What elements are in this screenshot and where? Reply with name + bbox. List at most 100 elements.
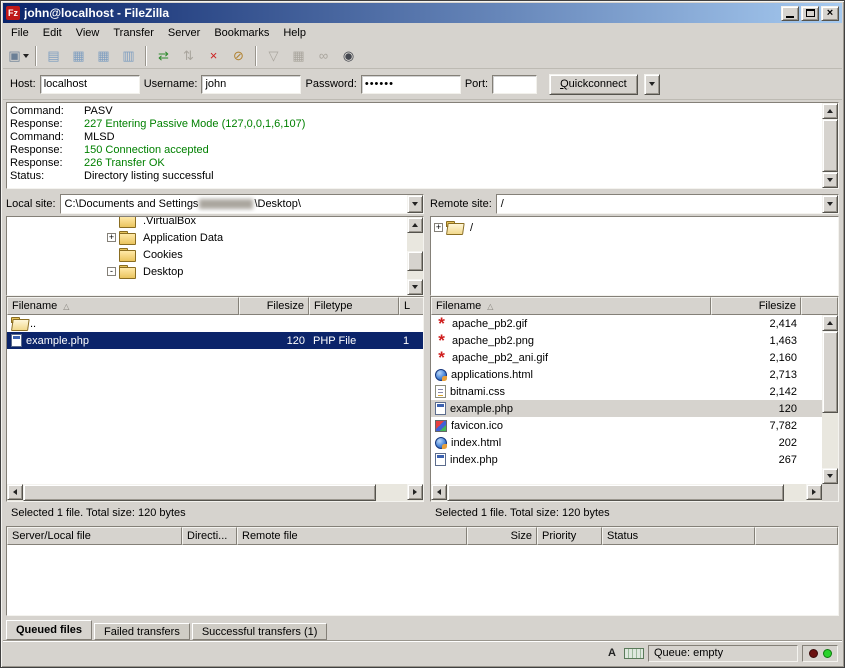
file-row-applications-html[interactable]: applications.html2,713 — [431, 366, 822, 383]
column-header-filetype[interactable]: Filetype — [309, 297, 399, 315]
local-tree-scrollbar[interactable] — [407, 217, 423, 295]
column-header-directi[interactable]: Directi... — [182, 527, 237, 545]
toggle-local-tree-button[interactable]: ▦ — [66, 45, 91, 67]
remote-site-dropdown-button[interactable] — [822, 195, 838, 213]
expand-icon[interactable]: + — [107, 233, 116, 242]
scroll-right-button[interactable] — [806, 484, 822, 500]
username-input[interactable] — [201, 75, 301, 94]
column-header-filename[interactable]: Filename△ — [7, 297, 239, 315]
file-row-apache-pb2-gif[interactable]: *apache_pb2.gif2,414 — [431, 315, 822, 332]
remote-file-list: Filename△Filesize *apache_pb2.gif2,414*a… — [430, 296, 839, 502]
menu-transfer[interactable]: Transfer — [106, 24, 161, 42]
menu-bookmarks[interactable]: Bookmarks — [207, 24, 276, 42]
column-header-filesize[interactable]: Filesize — [239, 297, 309, 315]
quickconnect-button[interactable]: Quickconnect — [549, 74, 638, 95]
log-scrollbar[interactable] — [822, 103, 838, 188]
scroll-thumb[interactable] — [822, 119, 838, 172]
toggle-message-log-button[interactable]: ▤ — [41, 45, 66, 67]
local-horizontal-scrollbar[interactable] — [7, 484, 423, 501]
scroll-track[interactable] — [447, 484, 806, 501]
column-header-priority[interactable]: Priority — [537, 527, 602, 545]
file-size: 120 — [239, 332, 309, 349]
file-row-index-php[interactable]: index.php267 — [431, 451, 822, 468]
tree-item-application-data[interactable]: +Application Data — [107, 229, 423, 246]
cancel-button[interactable]: × — [201, 45, 226, 67]
scroll-up-button[interactable] — [822, 103, 838, 119]
toggle-queue-button[interactable]: ▥ — [116, 45, 141, 67]
local-site-combobox[interactable]: C:\Documents and Settings\Desktop\ — [60, 194, 424, 214]
arrow-down-icon — [412, 285, 418, 289]
scroll-up-button[interactable] — [407, 217, 423, 233]
refresh-button[interactable]: ⇄ — [151, 45, 176, 67]
scroll-down-button[interactable] — [822, 172, 838, 188]
scroll-up-button[interactable] — [822, 315, 838, 331]
file-row-apache-pb2-ani-gif[interactable]: *apache_pb2_ani.gif2,160 — [431, 349, 822, 366]
file-row-example-php[interactable]: example.php120 — [431, 400, 822, 417]
column-header-l[interactable]: L — [399, 297, 423, 315]
tree-item-cookies[interactable]: Cookies — [107, 246, 423, 263]
port-input[interactable] — [492, 75, 537, 94]
local-site-path[interactable]: C:\Documents and Settings\Desktop\ — [61, 195, 407, 213]
collapse-icon[interactable]: - — [107, 267, 116, 276]
remote-selection-status: Selected 1 file. Total size: 120 bytes — [430, 507, 839, 519]
scroll-track[interactable] — [407, 233, 423, 279]
tree-item-[interactable]: +/ — [434, 219, 838, 236]
scroll-track[interactable] — [23, 484, 407, 501]
toggle-remote-tree-button[interactable]: ▦ — [91, 45, 116, 67]
file-row-bitnami-css[interactable]: bitnami.css2,142 — [431, 383, 822, 400]
scroll-track[interactable] — [822, 119, 838, 172]
remote-site-path[interactable]: / — [497, 195, 822, 213]
remote-vertical-scrollbar[interactable] — [822, 315, 838, 484]
menu-file[interactable]: File — [4, 24, 36, 42]
tab-failed-transfers[interactable]: Failed transfers — [94, 623, 190, 640]
quickconnect-dropdown-button[interactable] — [644, 74, 660, 95]
close-button[interactable]: × — [821, 6, 839, 21]
tree-item-virtualbox[interactable]: .VirtualBox — [107, 216, 423, 229]
tab-queued-files[interactable]: Queued files — [6, 620, 92, 640]
scroll-thumb[interactable] — [822, 331, 838, 413]
scroll-right-button[interactable] — [407, 484, 423, 500]
remote-horizontal-scrollbar[interactable] — [431, 484, 838, 501]
disconnect-button[interactable]: ⊘ — [226, 45, 251, 67]
site-manager-dropdown-icon[interactable] — [23, 54, 29, 58]
scroll-thumb[interactable] — [23, 484, 376, 501]
find-button[interactable]: ◉ — [336, 45, 361, 67]
file-row-example-php[interactable]: example.php120PHP File1 — [7, 332, 423, 349]
tree-item-desktop[interactable]: -Desktop — [107, 263, 423, 280]
scroll-left-button[interactable] — [431, 484, 447, 500]
scroll-thumb[interactable] — [407, 251, 423, 271]
scroll-track[interactable] — [822, 331, 838, 468]
minimize-button[interactable] — [781, 6, 799, 21]
expand-icon[interactable]: + — [434, 223, 443, 232]
scroll-left-button[interactable] — [7, 484, 23, 500]
file-size: 2,160 — [711, 349, 801, 366]
scroll-down-button[interactable] — [822, 468, 838, 484]
titlebar[interactable]: Fz john@localhost - FileZilla × — [3, 3, 842, 23]
file-row-[interactable]: .. — [7, 315, 423, 332]
remote-site-combobox[interactable]: / — [496, 194, 839, 214]
tab-successful-transfers-1[interactable]: Successful transfers (1) — [192, 623, 328, 640]
host-input[interactable] — [40, 75, 140, 94]
column-header-server-local-file[interactable]: Server/Local file — [7, 527, 182, 545]
file-row-apache-pb2-png[interactable]: *apache_pb2.png1,463 — [431, 332, 822, 349]
scroll-thumb[interactable] — [447, 484, 784, 501]
maximize-button[interactable] — [801, 6, 819, 21]
log-line-text: 226 Transfer OK — [84, 157, 165, 169]
column-header-filename[interactable]: Filename△ — [431, 297, 711, 315]
menu-help[interactable]: Help — [276, 24, 313, 42]
local-site-dropdown-button[interactable] — [407, 195, 423, 213]
column-header-status[interactable]: Status — [602, 527, 755, 545]
site-manager-button[interactable]: ▣ — [6, 45, 31, 67]
scroll-down-button[interactable] — [407, 279, 423, 295]
column-header-filesize[interactable]: Filesize — [711, 297, 801, 315]
column-header-size[interactable]: Size — [467, 527, 537, 545]
file-name: example.php — [26, 335, 89, 347]
menu-server[interactable]: Server — [161, 24, 207, 42]
file-row-favicon-ico[interactable]: favicon.ico7,782 — [431, 417, 822, 434]
column-header-remote-file[interactable]: Remote file — [237, 527, 467, 545]
menu-view[interactable]: View — [69, 24, 107, 42]
folder-open-icon — [11, 317, 26, 330]
password-input[interactable] — [361, 75, 461, 94]
menu-edit[interactable]: Edit — [36, 24, 69, 42]
file-row-index-html[interactable]: index.html202 — [431, 434, 822, 451]
